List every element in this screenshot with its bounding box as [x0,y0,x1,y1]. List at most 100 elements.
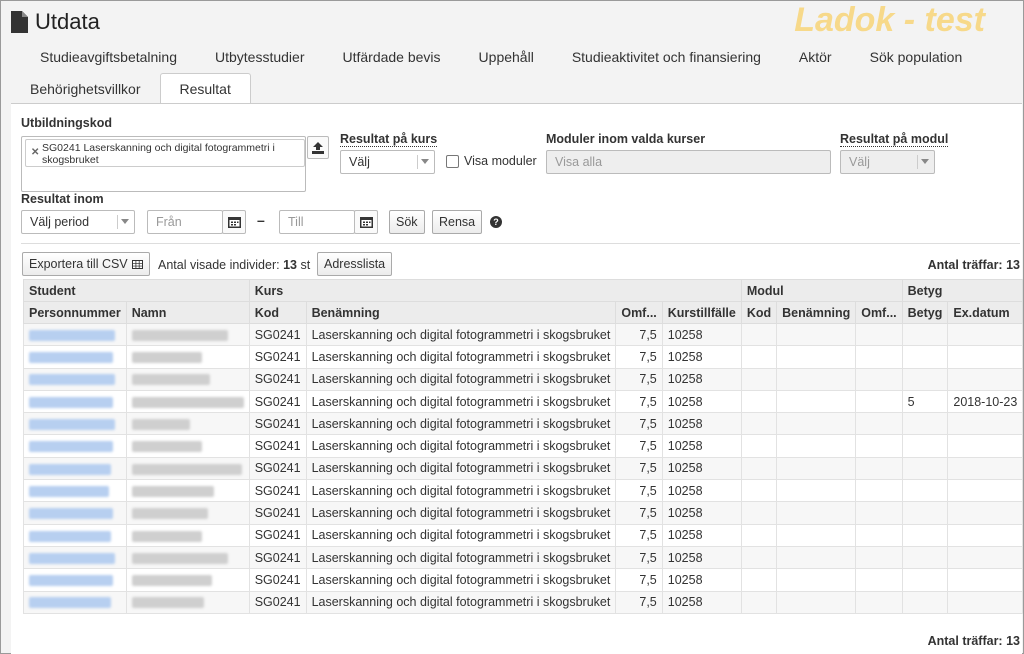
modul-omf-cell [855,479,903,503]
table-row[interactable]: SG0241 Laserskanning och digital fotogram… [23,456,1024,481]
betyg-cell [901,434,949,458]
chevron-down-icon [421,159,429,164]
tab-resultat[interactable]: Resultat [159,73,251,104]
namn-cell [125,412,250,436]
hits-count-top: Antal träffar: 13 [928,258,1020,272]
clear-button[interactable]: Rensa [432,210,483,234]
redacted-name [131,463,242,475]
calendar-icon [227,217,241,228]
calendar-icon [359,217,373,228]
resultat-modul-select[interactable]: Välj [840,150,935,174]
redacted-personnummer-link[interactable] [29,374,115,386]
page-header: Utdata [11,7,100,37]
table-row[interactable]: SG0241 Laserskanning och digital fotogram… [23,568,1024,592]
to-date-input[interactable]: Till [279,210,355,234]
resultat-panel: Utbildningskod ✕ SG0241 Laserskanning oc… [11,103,1024,654]
redacted-personnummer-link[interactable] [29,508,113,520]
from-date-input[interactable]: Från [147,210,223,234]
redacted-personnummer-link[interactable] [29,329,115,341]
table-row[interactable]: SG0241 Laserskanning och digital fotogram… [23,434,1024,458]
kurs-kod-cell: SG0241 [248,322,307,347]
kurstillfalle-cell: 10258 [661,345,742,369]
kurs-omf-cell: 7,5 [615,545,663,570]
tab-sok-population[interactable]: Sök population [851,45,982,69]
export-csv-button[interactable]: Exportera till CSV [22,252,150,276]
document-icon [11,11,28,33]
address-list-button[interactable]: Adresslista [317,252,393,276]
remove-tag-icon[interactable]: ✕ [31,147,39,159]
table-row[interactable]: SG0241 Laserskanning och digital fotogram… [23,479,1024,503]
modul-kod-cell [740,389,778,414]
namn-cell [125,568,250,592]
col-modul-benamning[interactable]: Benämning [776,301,857,324]
tab-utfardade-bevis[interactable]: Utfärdade bevis [323,45,459,69]
redacted-personnummer-link[interactable] [29,419,115,431]
moduler-input[interactable]: Visa alla [546,150,831,174]
from-calendar-button[interactable] [222,210,246,234]
search-button[interactable]: Sök [389,210,425,234]
redacted-personnummer-link[interactable] [29,352,113,364]
kurs-benamning-cell: Laserskanning och digital fotogrammetri … [305,456,617,481]
redacted-personnummer-link[interactable] [29,575,113,587]
to-calendar-button[interactable] [354,210,378,234]
shown-individuals-label: Antal visade individer: [158,258,280,272]
col-exdatum[interactable]: Ex.datum [947,301,1024,324]
help-icon[interactable]: ? [490,216,502,228]
modul-kod-cell [740,568,778,592]
modul-omf-cell [855,545,903,570]
col-modul-kod[interactable]: Kod [740,301,778,324]
col-personnummer[interactable]: Personnummer [23,301,127,324]
utbildningskod-input[interactable]: ✕ SG0241 Laserskanning och digital fotog… [21,136,306,192]
col-kurs-omf[interactable]: Omf... [615,301,663,324]
table-row[interactable]: SG0241 Laserskanning och digital fotogram… [23,412,1024,436]
col-modul-omf[interactable]: Omf... [855,301,903,324]
kurstillfalle-cell: 10258 [661,568,742,592]
redacted-personnummer-link[interactable] [29,463,111,475]
col-betyg[interactable]: Betyg [901,301,949,324]
tab-behorighetsvillkor[interactable]: Behörighetsvillkor [11,74,160,104]
redacted-name [131,575,212,587]
table-row[interactable]: SG0241 Laserskanning och digital fotogram… [23,523,1024,547]
col-kurs-kod[interactable]: Kod [248,301,307,324]
col-namn[interactable]: Namn [125,301,250,324]
col-kurs-benamning[interactable]: Benämning [305,301,617,324]
col-kurstillfalle[interactable]: Kurstillfälle [661,301,742,324]
redacted-personnummer-link[interactable] [29,396,113,408]
redacted-personnummer-link[interactable] [29,552,115,564]
table-row[interactable]: SG0241 Laserskanning och digital fotogram… [23,367,1024,391]
redacted-personnummer-link[interactable] [29,441,113,453]
redacted-personnummer-link[interactable] [29,485,109,497]
kurs-benamning-cell: Laserskanning och digital fotogrammetri … [305,322,617,347]
betyg-cell [901,412,949,436]
select-separator [917,155,918,169]
redacted-personnummer-link[interactable] [29,530,111,542]
upload-button[interactable] [307,136,329,159]
hits-value: 13 [1006,634,1020,648]
kurs-kod-cell: SG0241 [248,389,307,414]
redacted-name [131,530,202,542]
table-row[interactable]: SG0241 Laserskanning och digital fotogram… [23,389,1024,414]
modul-benamning-cell [776,322,857,347]
tab-studieaktivitet[interactable]: Studieaktivitet och finansiering [553,45,780,69]
kurs-omf-cell: 7,5 [615,389,663,414]
tab-studieavgiftsbetalning[interactable]: Studieavgiftsbetalning [21,45,196,69]
table-row[interactable]: SG0241 Laserskanning och digital fotogram… [23,545,1024,570]
tab-utbytesstudier[interactable]: Utbytesstudier [196,45,323,69]
tab-aktor[interactable]: Aktör [780,45,851,69]
personnummer-cell [23,456,127,481]
exdatum-cell [947,434,1024,458]
period-select[interactable]: Välj period [21,210,135,234]
visa-moduler-checkbox[interactable] [446,155,459,168]
kurs-kod-cell: SG0241 [248,412,307,436]
redacted-personnummer-link[interactable] [29,597,111,609]
kurs-omf-cell: 7,5 [615,412,663,436]
table-row[interactable]: SG0241 Laserskanning och digital fotogram… [23,345,1024,369]
table-row[interactable]: SG0241 Laserskanning och digital fotogram… [23,590,1024,614]
table-row[interactable]: SG0241 Laserskanning och digital fotogram… [23,322,1024,347]
tab-uppehall[interactable]: Uppehåll [460,45,553,69]
table-row[interactable]: SG0241 Laserskanning och digital fotogram… [23,501,1024,525]
kurs-omf-cell: 7,5 [615,590,663,614]
kurs-benamning-cell: Laserskanning och digital fotogrammetri … [305,501,617,525]
modul-benamning-cell [776,367,857,391]
resultat-kurs-select[interactable]: Välj [340,150,435,174]
